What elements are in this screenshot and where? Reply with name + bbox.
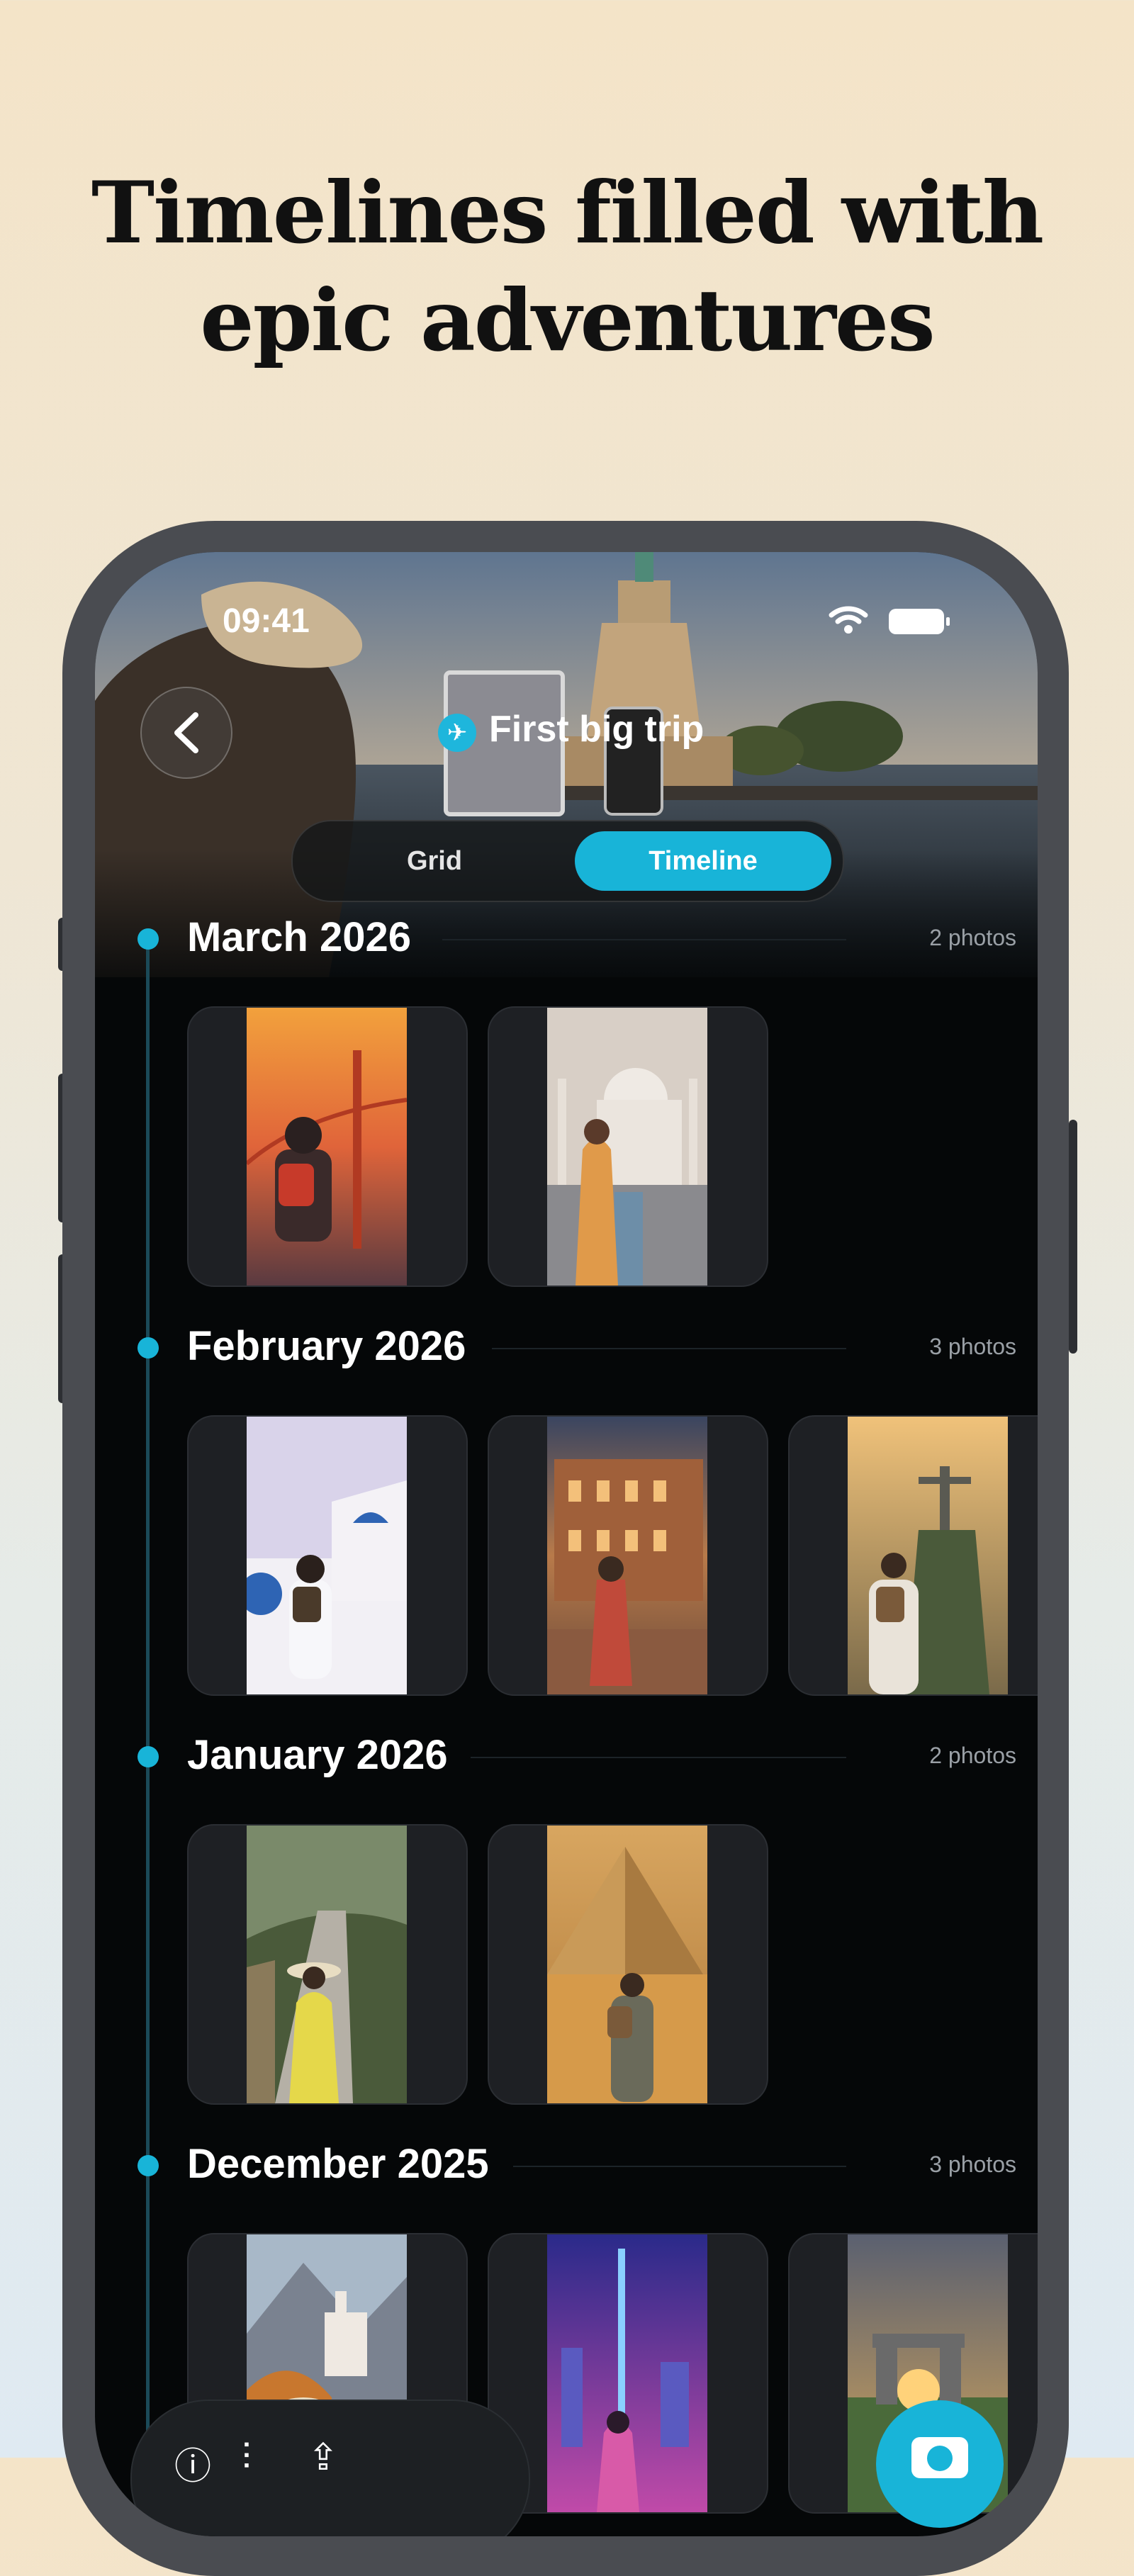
photo-thumbnail (547, 1826, 707, 2103)
battery-icon (889, 609, 950, 634)
tab-grid[interactable]: Grid (307, 831, 562, 891)
timeline-rail (146, 949, 150, 2536)
sliders-icon[interactable]: ⫶ (242, 2436, 251, 2480)
photo-thumbnail (547, 2234, 707, 2512)
phone-screen: 09:41 ✈ First big trip Grid Timeline Mar… (95, 552, 1038, 2536)
section-divider (513, 2166, 846, 2167)
photo-count: 3 photos (929, 2152, 1016, 2177)
photo-thumbnail (547, 1008, 707, 1286)
info-icon[interactable]: ⓘ (174, 2436, 211, 2490)
camera-icon (911, 2437, 968, 2478)
phone-power-button (1069, 1120, 1077, 1354)
view-switcher: Grid Timeline (291, 820, 844, 902)
back-button[interactable] (140, 687, 232, 779)
photo-card[interactable] (187, 1415, 468, 1696)
status-time: 09:41 (223, 602, 310, 640)
wifi-icon (829, 606, 868, 634)
section-title: January 2026 (187, 1732, 448, 1778)
timeline-dot (137, 1337, 159, 1359)
photo-thumbnail (247, 1826, 407, 2103)
photo-card[interactable] (187, 1006, 468, 1287)
photo-card[interactable] (488, 1006, 768, 1287)
photo-card[interactable] (488, 1415, 768, 1696)
headline-line-1: Timelines filled with (91, 163, 1044, 263)
section-divider (492, 1348, 846, 1349)
bottom-toolbar: ⓘ ⫶ ⇪ (130, 2400, 530, 2536)
share-icon[interactable]: ⇪ (308, 2436, 339, 2479)
timeline-dot (137, 2155, 159, 2176)
camera-button[interactable] (876, 2400, 1004, 2528)
photo-count: 2 photos (929, 1743, 1016, 1768)
airplane-icon: ✈ (438, 714, 476, 752)
timeline-dot (137, 928, 159, 950)
photo-thumbnail (247, 1417, 407, 1694)
section-divider (471, 1757, 846, 1758)
section-title: February 2026 (187, 1323, 466, 1369)
trip-title: First big trip (489, 709, 704, 750)
photo-thumbnail (547, 1417, 707, 1694)
photo-thumbnail (247, 1008, 407, 1286)
headline-line-2: epic adventures (200, 271, 935, 371)
photo-card[interactable] (488, 1824, 768, 2105)
timeline-dot (137, 1746, 159, 1767)
section-divider (442, 939, 846, 940)
chevron-left-icon (174, 712, 198, 753)
section-title: March 2026 (187, 914, 411, 960)
photo-count: 2 photos (929, 925, 1016, 950)
tab-timeline[interactable]: Timeline (575, 831, 831, 891)
photo-count: 3 photos (929, 1334, 1016, 1359)
photo-card[interactable] (788, 1415, 1038, 1696)
section-title: December 2025 (187, 2141, 489, 2187)
photo-card[interactable] (187, 1824, 468, 2105)
photo-thumbnail (848, 1417, 1008, 1694)
